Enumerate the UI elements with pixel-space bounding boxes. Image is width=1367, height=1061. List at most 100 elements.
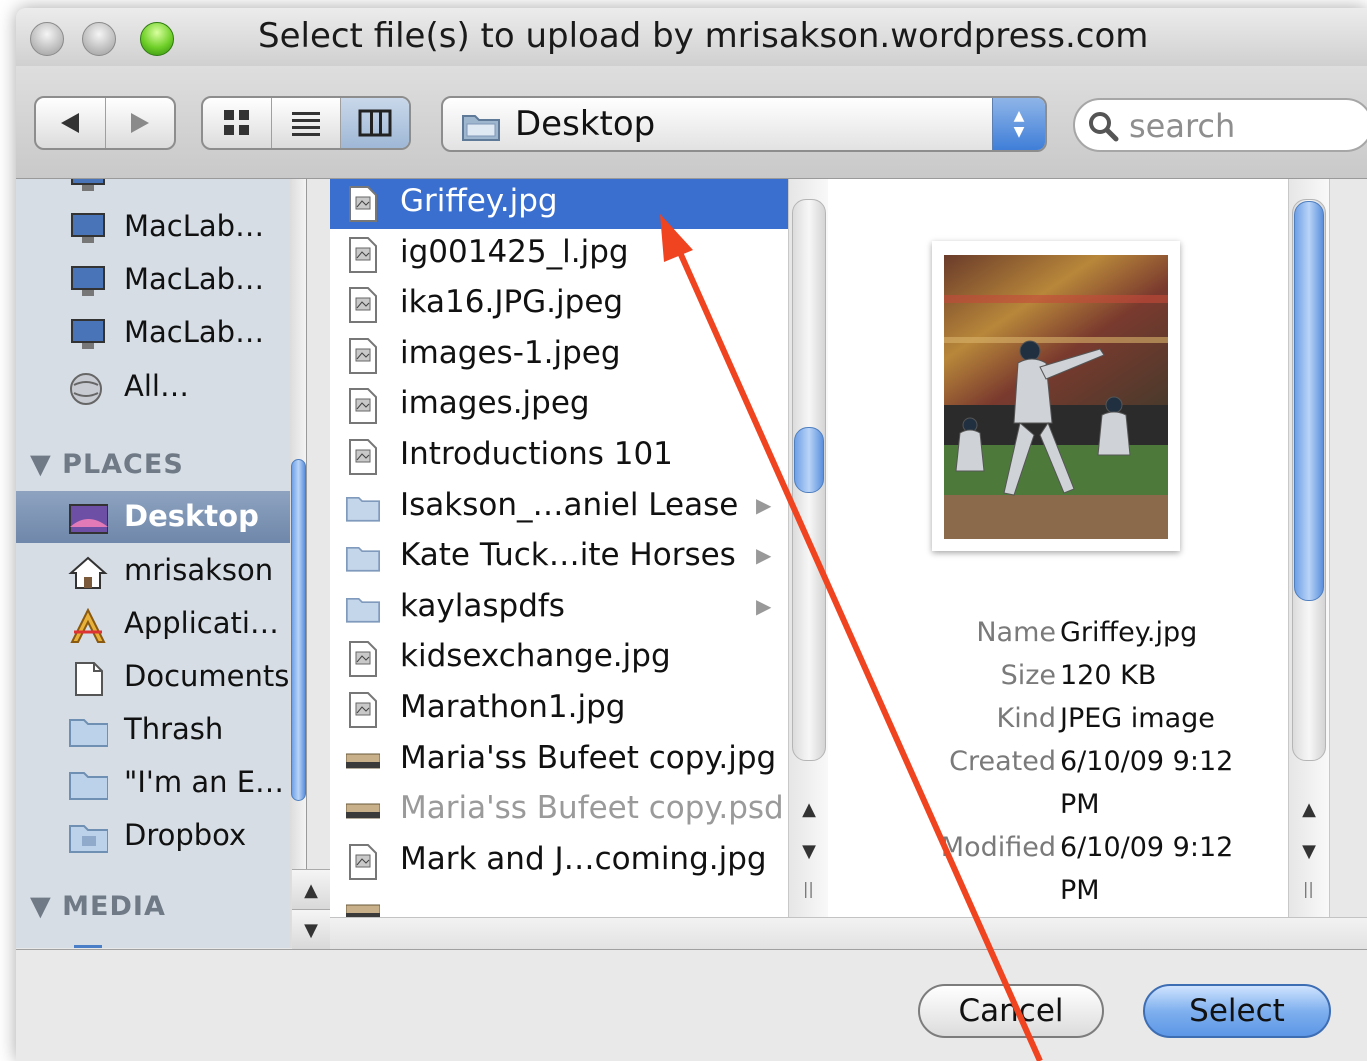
file-name: Mark and J…coming.jpg xyxy=(400,840,767,877)
close-window-button[interactable] xyxy=(30,22,64,56)
file-name: Maria'ss Bufeet copy.jpg xyxy=(400,739,777,776)
desktop-icon xyxy=(69,504,108,534)
folder-icon xyxy=(69,719,108,747)
back-button[interactable] xyxy=(36,98,106,148)
column-resize-handle-icon[interactable]: || xyxy=(1303,879,1314,898)
image-thumbnail-icon xyxy=(346,904,380,917)
sidebar-item-documents[interactable]: Documents xyxy=(16,651,290,703)
sidebar-item-label: Thrash xyxy=(124,712,224,746)
sidebar-item-applications[interactable]: Applicati… xyxy=(16,598,290,650)
back-arrow-icon xyxy=(61,113,80,133)
preview-created-time-row: PM xyxy=(828,789,1288,829)
preview-modified-time-row: PM xyxy=(828,875,1288,915)
column-view-button[interactable] xyxy=(341,98,409,148)
file-row[interactable]: Kate Tuck…ite Horses ▶ xyxy=(330,533,788,583)
cancel-button[interactable]: Cancel xyxy=(918,984,1104,1038)
sidebar-item-label: mrisakson xyxy=(124,553,274,587)
sidebar-item-home[interactable]: mrisakson xyxy=(16,545,290,597)
preview-name-value: Griffey.jpg xyxy=(1060,617,1198,648)
preview-modified-label: Modified xyxy=(940,832,1056,863)
sidebar-item-desktop[interactable]: Desktop xyxy=(16,491,290,543)
sidebar-item-device[interactable]: MacLab… xyxy=(16,307,290,359)
sidebar-scrollbar[interactable] xyxy=(290,179,306,948)
icon-grid-icon xyxy=(224,110,249,135)
column-resize-handle-icon[interactable]: || xyxy=(803,879,814,898)
file-list-scroll-down-button[interactable]: ▼ xyxy=(789,831,829,871)
file-name: images-1.jpeg xyxy=(400,334,621,371)
file-row[interactable]: Introductions 101 xyxy=(330,432,788,482)
sidebar-item-label: All… xyxy=(124,369,189,403)
icon-view-button[interactable] xyxy=(203,98,272,148)
preview-scroll-up-button[interactable]: ▲ xyxy=(1289,789,1329,829)
file-row[interactable]: ig001425_l.jpg xyxy=(330,230,788,280)
sidebar-item-device[interactable]: MacLab… xyxy=(16,201,290,253)
places-header: ▼ PLACES xyxy=(30,449,184,480)
location-label: Desktop xyxy=(515,104,656,144)
dialog-button-bar: Cancel Select xyxy=(16,949,1367,1061)
file-name: images.jpeg xyxy=(400,385,590,422)
list-view-button[interactable] xyxy=(272,98,341,148)
sidebar-item-device[interactable]: MacLab… xyxy=(16,254,290,306)
file-row[interactable]: images-1.jpeg xyxy=(330,331,788,381)
file-name: Kate Tuck…ite Horses xyxy=(400,537,736,574)
preview-scroll-down-button[interactable]: ▼ xyxy=(1289,831,1329,871)
file-name: Griffey.jpg xyxy=(400,183,558,219)
sidebar-item-label: "I'm an E… xyxy=(124,765,285,799)
image-file-icon xyxy=(349,337,377,374)
forward-button[interactable] xyxy=(106,98,175,148)
file-row[interactable]: kaylaspdfs ▶ xyxy=(330,584,788,634)
file-row[interactable]: kidsexchange.jpg xyxy=(330,634,788,684)
image-thumbnail-icon xyxy=(346,803,380,819)
file-list-scroll-up-button[interactable]: ▲ xyxy=(789,789,829,829)
sidebar-item-label: Desktop xyxy=(124,499,259,533)
forward-arrow-icon xyxy=(130,113,149,133)
document-icon xyxy=(75,662,103,696)
horizontal-scrollbar[interactable] xyxy=(330,917,1367,950)
file-row-partial[interactable] xyxy=(330,887,788,917)
view-mode-control xyxy=(201,96,411,150)
list-lines-icon xyxy=(292,112,320,136)
search-input[interactable] xyxy=(1127,106,1361,146)
file-row[interactable]: images.jpeg xyxy=(330,381,788,431)
sidebar-item-all[interactable]: All… xyxy=(16,361,290,413)
sidebar-item-label: Dropbox xyxy=(124,818,247,852)
sidebar-scroll-down-button[interactable]: ▼ xyxy=(292,909,330,950)
minimize-window-button[interactable] xyxy=(82,22,116,56)
file-name: Introductions 101 xyxy=(400,436,673,472)
location-popup[interactable]: Desktop ▲ ▼ xyxy=(441,96,1047,152)
search-field[interactable] xyxy=(1073,98,1367,152)
title-bar: Select file(s) to upload by mrisakson.wo… xyxy=(16,8,1367,66)
file-row[interactable]: Mark and J…coming.jpg xyxy=(330,837,788,887)
sidebar-scroll-up-button[interactable]: ▲ xyxy=(292,869,330,910)
preview-scrollbar[interactable]: ▲ ▼ || xyxy=(1288,179,1330,917)
file-list-scrollbar[interactable]: ▲ ▼ || xyxy=(788,179,830,917)
file-row[interactable]: Isakson_…aniel Lease ▶ xyxy=(330,483,788,533)
sidebar-item-folder[interactable]: Thrash xyxy=(16,704,290,756)
file-name: ig001425_l.jpg xyxy=(400,233,629,270)
zoom-window-button[interactable] xyxy=(140,22,174,56)
preview-scroll-thumb[interactable] xyxy=(1294,201,1324,601)
sidebar-item-folder[interactable]: "I'm an E… xyxy=(16,757,290,809)
columns-icon xyxy=(358,109,392,137)
sidebar-item-dropbox[interactable]: Dropbox xyxy=(16,810,290,862)
file-row[interactable]: Marathon1.jpg xyxy=(330,685,788,735)
sidebar-scroll-thumb[interactable] xyxy=(291,459,306,801)
location-stepper-icon[interactable]: ▲ ▼ xyxy=(992,98,1045,150)
image-file-icon xyxy=(349,287,377,324)
sidebar-item-media-partial[interactable] xyxy=(16,931,290,948)
monitor-icon xyxy=(71,179,105,191)
image-file-icon xyxy=(349,186,377,222)
folder-icon xyxy=(69,772,108,800)
file-row[interactable]: Griffey.jpg xyxy=(330,179,788,229)
preview-name-row: Name Griffey.jpg xyxy=(828,617,1288,657)
file-row[interactable]: ika16.JPG.jpeg xyxy=(330,280,788,330)
file-row[interactable]: Maria'ss Bufeet copy.jpg xyxy=(330,736,788,786)
select-button[interactable]: Select xyxy=(1143,984,1331,1038)
file-row[interactable]: Maria'ss Bufeet copy.psd xyxy=(330,786,788,836)
disclosure-triangle-icon[interactable]: ▼ xyxy=(30,891,62,922)
file-list-scroll-thumb[interactable] xyxy=(794,427,824,493)
disclosure-triangle-icon[interactable]: ▼ xyxy=(30,449,62,480)
disclosure-arrow-icon: ▶ xyxy=(756,593,772,618)
sidebar-item-device-partial[interactable] xyxy=(16,179,290,201)
preview-created-time: PM xyxy=(1060,789,1100,820)
